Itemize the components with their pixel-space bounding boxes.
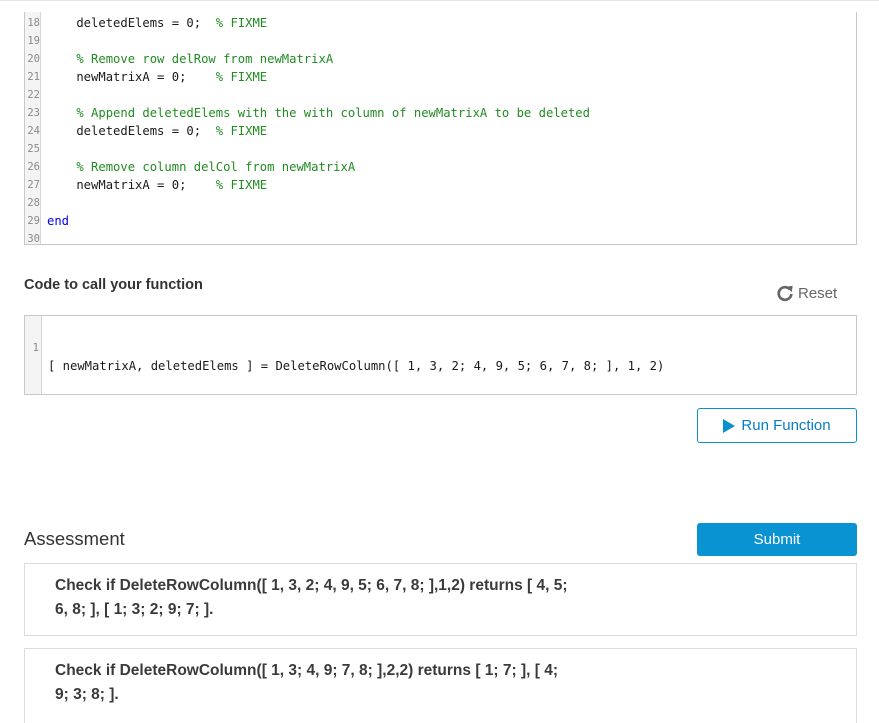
assessment-check: Check if DeleteRowColumn([ 1, 3, 2; 4, 9… [24,563,857,636]
code-token: newMatrixA = 0; [47,70,216,84]
submit-button[interactable]: Submit [697,523,857,556]
code-token: deletedElems = 0; [47,16,216,30]
code-text[interactable]: % Append deletedElems with the with colu… [47,104,590,122]
code-comment: % Remove column delCol from newMatrixA [47,160,356,174]
code-text[interactable]: % Remove column delCol from newMatrixA [47,158,355,176]
line-number: 27 [27,179,40,191]
line-number: 25 [27,143,40,155]
reset-label: Reset [798,284,838,302]
run-function-button[interactable]: Run Function [697,408,857,443]
line-number: 28 [27,197,40,209]
line-number: 22 [27,89,40,101]
code-keyword: end [47,214,70,228]
refresh-icon [777,285,793,302]
assessment-check-text: Check if DeleteRowColumn([ 1, 3; 4, 9; 7… [55,662,558,703]
call-code-line: 1 [ newMatrixA, deletedElems ] = DeleteR… [25,321,665,373]
line-number: 23 [27,107,40,119]
reset-button[interactable]: Reset [776,282,837,304]
line-number: 29 [27,215,40,227]
code-text[interactable]: newMatrixA = 0; % FIXME [47,68,267,86]
line-number: 21 [27,71,40,83]
code-comment: % FIXME [215,124,268,138]
assessment-check: Check if DeleteRowColumn([ 1, 3; 4, 9; 7… [24,648,857,723]
code-text[interactable]: newMatrixA = 0; % FIXME [47,176,267,194]
code-comment: % FIXME [215,70,268,84]
line-number: 30 [27,233,40,245]
line-number: 19 [27,35,40,47]
line-number: 1 [32,342,39,354]
line-number: 24 [27,125,40,137]
code-comment: % FIXME [215,16,268,30]
line-number: 26 [27,161,40,173]
code-text[interactable]: % Remove row delRow from newMatrixA [47,50,333,68]
code-text[interactable]: end [47,212,69,230]
assessment-check-text: Check if DeleteRowColumn([ 1, 3, 2; 4, 9… [55,577,568,618]
call-section-heading: Code to call your function [24,277,203,293]
code-text[interactable]: deletedElems = 0; % FIXME [47,122,267,140]
play-icon [723,418,736,433]
code-comment: % Remove row delRow from newMatrixA [47,52,334,66]
line-number: 18 [27,17,40,29]
code-comment: % FIXME [215,178,268,192]
line-number: 20 [27,53,40,65]
code-text[interactable]: deletedElems = 0; % FIXME [47,14,267,32]
top-divider [0,0,879,1]
call-code-text[interactable]: [ newMatrixA, deletedElems ] = DeleteRow… [48,357,664,375]
assessment-title: Assessment [24,528,125,549]
code-comment: % Append deletedElems with the with colu… [47,106,590,120]
code-token: newMatrixA = 0; [47,178,216,192]
code-token: deletedElems = 0; [47,124,216,138]
run-function-label: Run Function [741,417,831,434]
call-code-editor[interactable]: 1 [ newMatrixA, deletedElems ] = DeleteR… [24,315,857,395]
function-code-editor[interactable]: 18 deletedElems = 0; % FIXME 19 20 % Remov… [24,12,857,245]
